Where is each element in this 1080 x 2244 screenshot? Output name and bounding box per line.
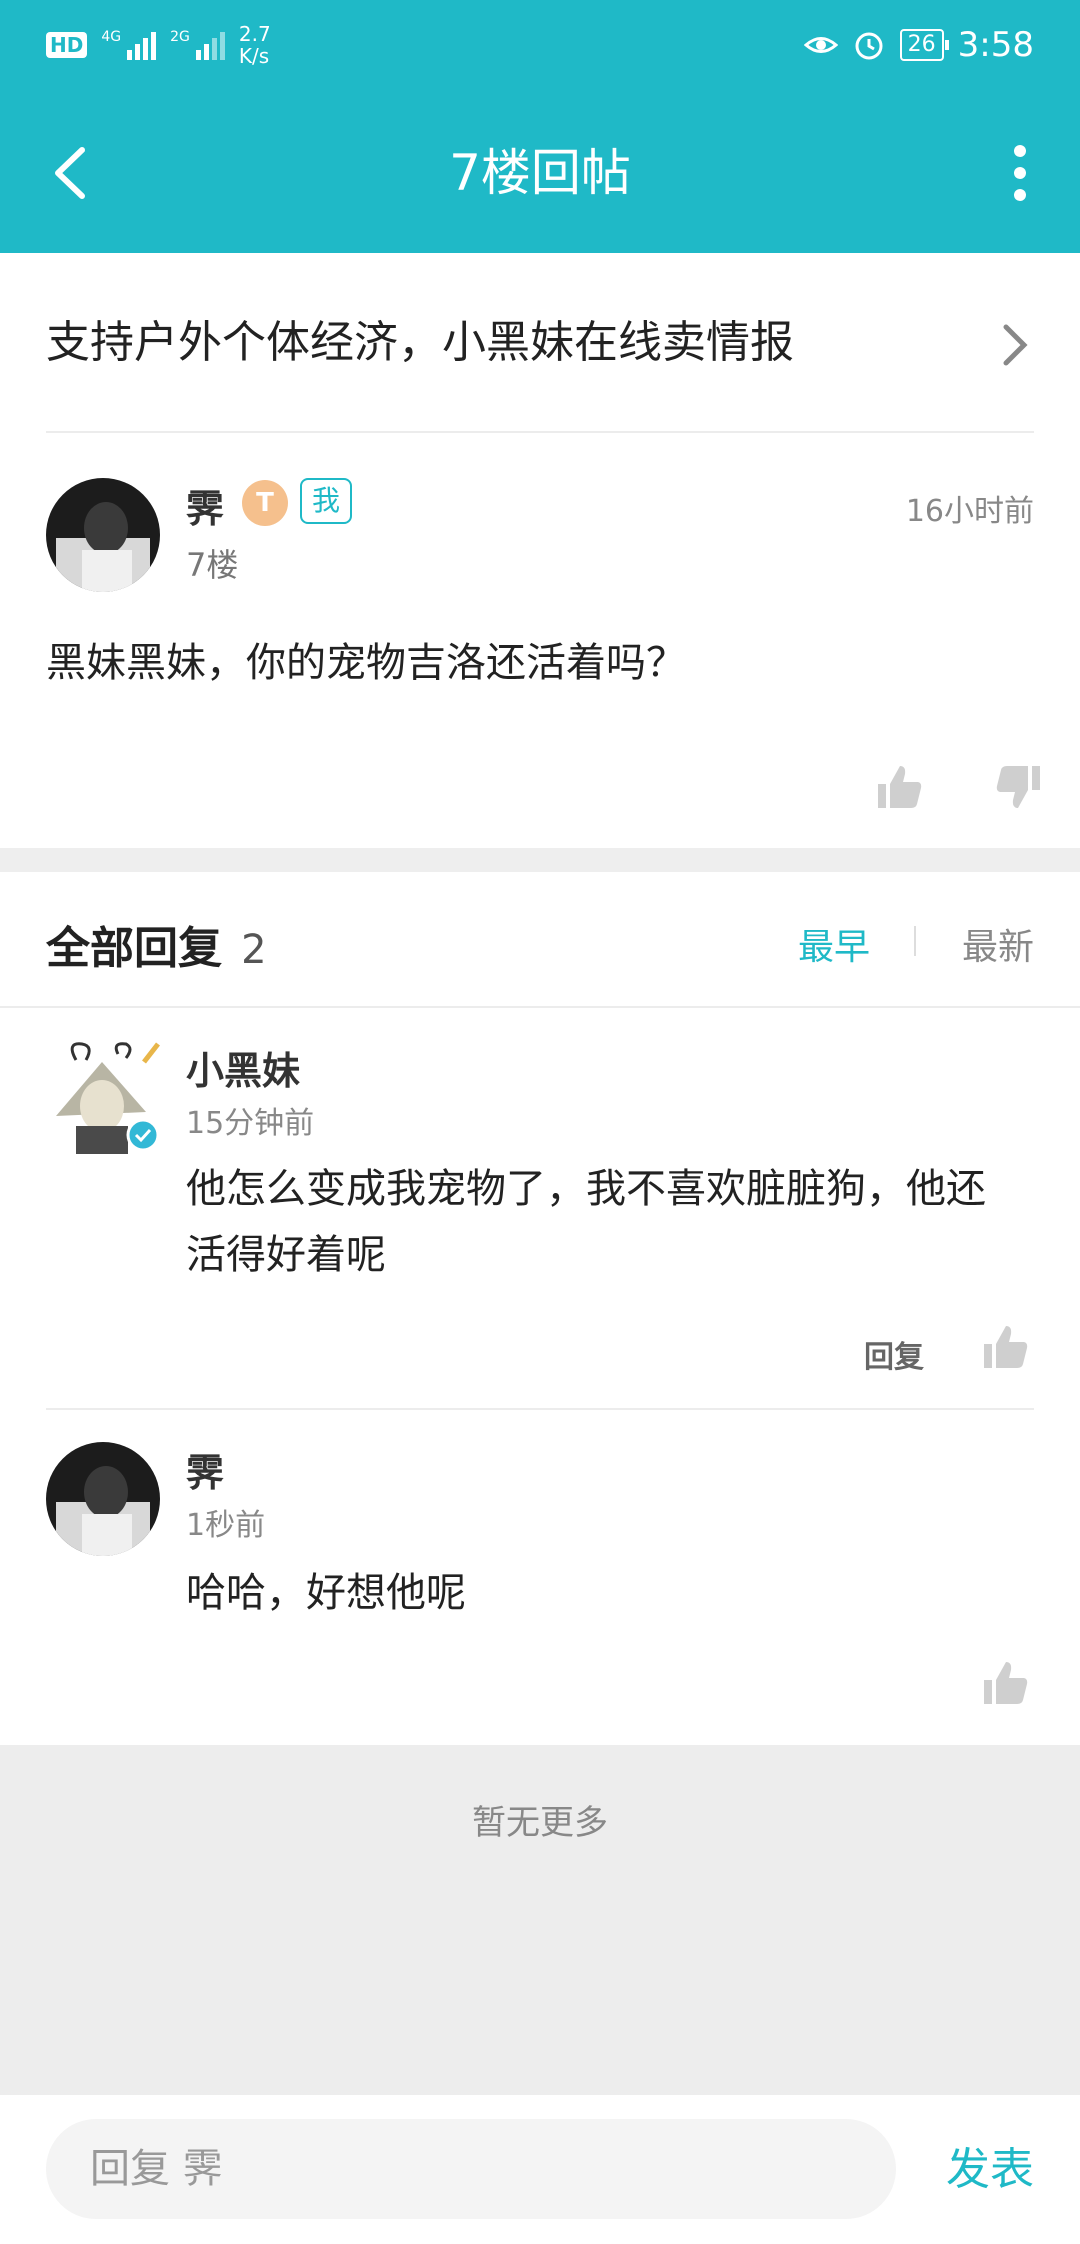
thread-link[interactable]: 支持户外个体经济，小黑妹在线卖情报 — [46, 253, 1034, 433]
reply-bar: 发表 — [0, 2095, 1080, 2244]
tab-divider — [914, 926, 916, 956]
section-divider — [0, 848, 1080, 872]
post-content: 黑妹黑妹，你的宠物吉洛还活着吗？ — [46, 640, 686, 686]
post-author: 霁 — [186, 487, 225, 531]
thumbs-up-icon[interactable] — [980, 1322, 1030, 1372]
signal-icon-2: 2G — [170, 30, 225, 60]
publish-button[interactable]: 发表 — [946, 2133, 1034, 2197]
no-more-text: 暂无更多 — [472, 1803, 608, 1843]
replies-count: 2 — [241, 927, 267, 973]
signal-icon: 4G — [101, 30, 157, 60]
thumbs-up-icon[interactable] — [980, 1658, 1030, 1708]
thread-title: 支持户外个体经济，小黑妹在线卖情报 — [46, 317, 794, 368]
avatar[interactable] — [46, 478, 160, 592]
replies-header: 全部回复 2 — [46, 912, 267, 976]
reply-button[interactable]: 回复 — [864, 1332, 924, 1376]
reply-content: 哈哈，好想他呢 — [186, 1570, 466, 1616]
verified-icon — [126, 1118, 160, 1152]
reply-time: 15分钟前 — [186, 1106, 315, 1141]
more-options-icon[interactable] — [990, 133, 1050, 213]
eye-icon — [803, 37, 838, 53]
reply-content-line1: 他怎么变成我宠物了，我不喜欢脏脏狗，他还 — [186, 1166, 986, 1212]
thumbs-up-icon[interactable] — [874, 762, 924, 812]
status-bar: HD 4G 2G 2.7 K/s 26 3:58 — [0, 0, 1080, 88]
reply-avatar[interactable] — [46, 1442, 160, 1556]
battery-icon: 26 — [899, 29, 949, 61]
hd-indicator: HD — [46, 32, 88, 58]
app-bar: 7楼回帖 — [0, 88, 1080, 253]
post-floor: 7楼 — [186, 546, 239, 584]
me-badge: 我 — [300, 478, 353, 524]
sort-earliest-tab[interactable]: 最早 — [798, 918, 870, 970]
sort-newest-tab[interactable]: 最新 — [962, 918, 1034, 970]
clock: 3:58 — [957, 25, 1034, 65]
post-time: 16小时前 — [905, 494, 1034, 529]
header-divider — [0, 1006, 1080, 1008]
reply-input[interactable] — [46, 2119, 896, 2219]
chevron-right-icon — [1003, 324, 1028, 366]
page-title: 7楼回帖 — [449, 144, 631, 202]
alarm-icon — [855, 32, 883, 60]
list-footer: 暂无更多 — [0, 1745, 1080, 2095]
level-badge: T — [242, 480, 288, 526]
reply-content-line2: 活得好着呢 — [186, 1232, 386, 1278]
reply-time: 1秒前 — [186, 1508, 266, 1543]
reply-divider — [46, 1408, 1034, 1410]
reply-avatar[interactable] — [46, 1040, 160, 1154]
thumbs-down-icon[interactable] — [994, 762, 1044, 812]
replies-title: 全部回复 — [46, 923, 222, 974]
reply-author: 霁 — [186, 1451, 225, 1495]
reply-author: 小黑妹 — [186, 1049, 301, 1093]
network-speed: 2.7 K/s — [238, 22, 271, 68]
